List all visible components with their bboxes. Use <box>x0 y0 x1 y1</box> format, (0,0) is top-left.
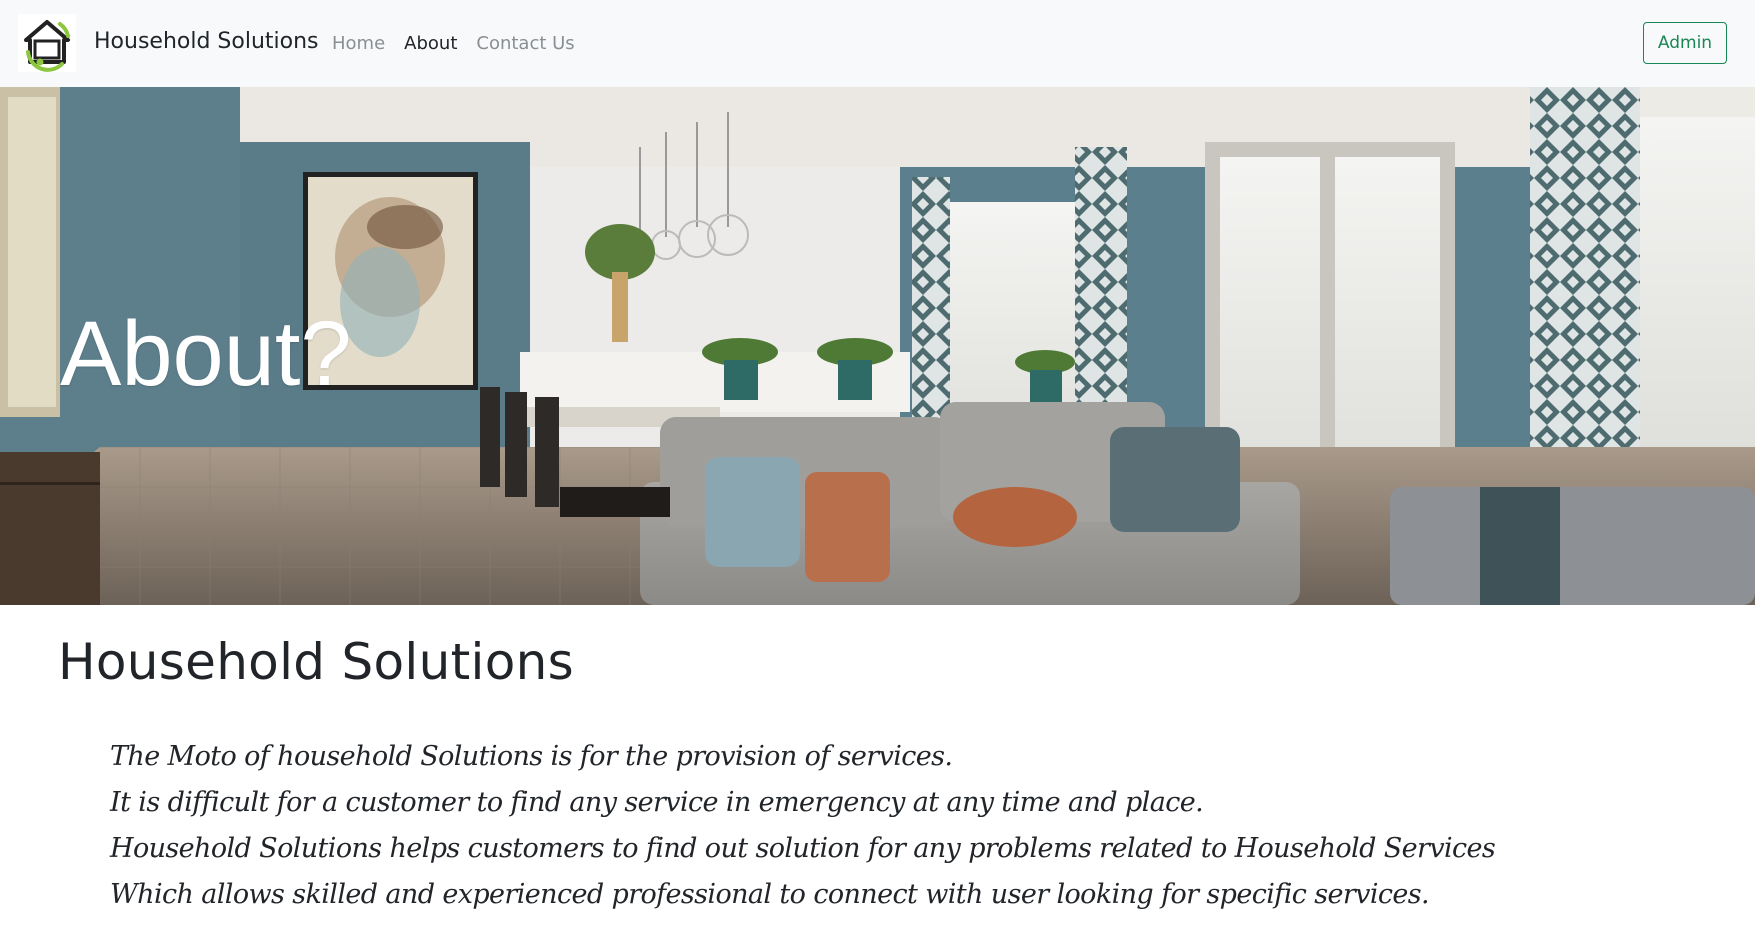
about-description: The Moto of household Solutions is for t… <box>110 734 1496 918</box>
nav-links: Home About Contact Us <box>332 33 575 54</box>
admin-button[interactable]: Admin <box>1643 22 1727 64</box>
brand-name[interactable]: Household Solutions <box>94 29 319 54</box>
house-logo-icon[interactable] <box>18 14 76 72</box>
description-line: Household Solutions helps customers to f… <box>110 833 1496 864</box>
nav-link-about[interactable]: About <box>404 33 457 54</box>
hero-banner: About? <box>0 87 1755 605</box>
nav-link-home[interactable]: Home <box>332 33 385 54</box>
page-heading: Household Solutions <box>58 633 574 691</box>
description-line: Which allows skilled and experienced pro… <box>110 879 1430 910</box>
nav-link-contact-us[interactable]: Contact Us <box>476 33 574 54</box>
hero-title: About? <box>60 303 352 405</box>
navbar: Household Solutions Home About Contact U… <box>0 0 1755 87</box>
description-line: The Moto of household Solutions is for t… <box>110 741 953 772</box>
description-line: It is difficult for a customer to find a… <box>110 787 1204 818</box>
